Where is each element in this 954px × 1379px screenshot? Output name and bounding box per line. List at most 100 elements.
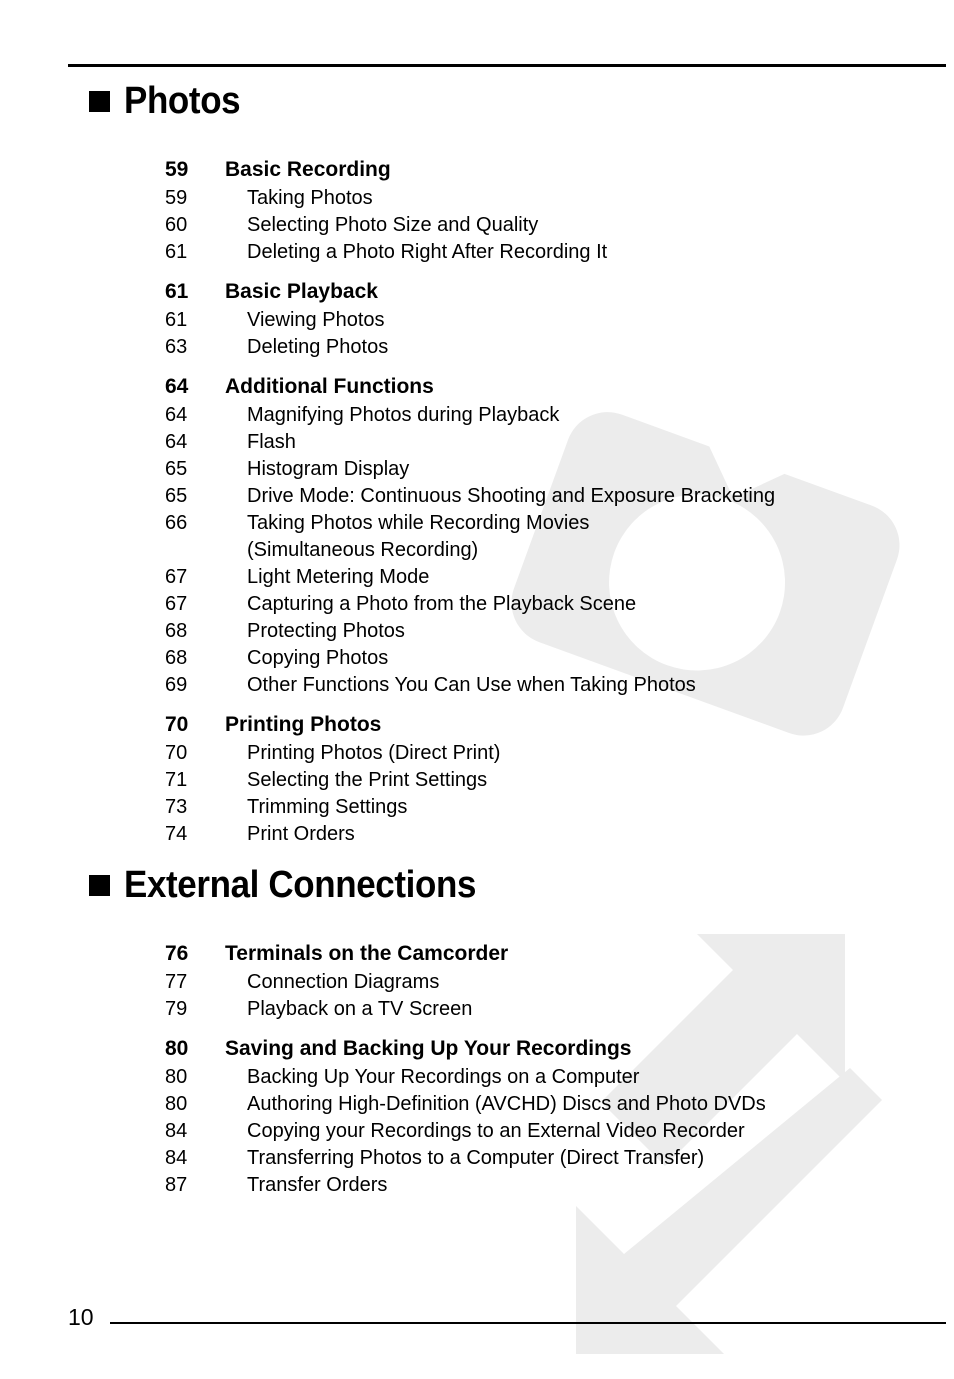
toc-entry-row[interactable]: 70 Printing Photos (Direct Print) bbox=[0, 740, 954, 767]
toc-page-number: 64 bbox=[165, 375, 189, 398]
toc-entry-title: Selecting Photo Size and Quality bbox=[247, 214, 539, 236]
toc-page-number: 61 bbox=[165, 241, 188, 263]
toc-entry-row[interactable]: 73 Trimming Settings bbox=[0, 794, 954, 821]
toc-entry-title: Capturing a Photo from the Playback Scen… bbox=[247, 593, 637, 615]
toc-entry-row[interactable]: 68 Protecting Photos bbox=[0, 618, 954, 645]
toc-chapter-row[interactable]: 80 Saving and Backing Up Your Recordings bbox=[0, 1033, 954, 1064]
toc-page: Photos 59 Basic Recording 59 Taking Phot… bbox=[0, 0, 954, 1379]
toc-entry-title: Histogram Display bbox=[247, 458, 410, 480]
toc-entry-title: Backing Up Your Recordings on a Computer bbox=[247, 1066, 640, 1088]
toc-page-number: 69 bbox=[165, 674, 188, 696]
toc-page-number: 59 bbox=[165, 187, 188, 209]
toc-page-number: 67 bbox=[165, 566, 188, 588]
toc-page-number: 65 bbox=[165, 485, 188, 507]
toc-page-number: 63 bbox=[165, 336, 188, 358]
toc-entry-row[interactable]: 67 Light Metering Mode bbox=[0, 564, 954, 591]
section-heading-external-connections: External Connections bbox=[89, 866, 507, 904]
toc-page-number: 84 bbox=[165, 1120, 188, 1142]
section-heading-photos: Photos bbox=[89, 82, 250, 120]
toc-entry-row[interactable]: 74 Print Orders bbox=[0, 821, 954, 848]
toc-page-number: 87 bbox=[165, 1174, 188, 1196]
toc-page-number: 60 bbox=[165, 214, 188, 236]
toc-entry-row[interactable]: 65 Histogram Display bbox=[0, 456, 954, 483]
toc-page-number: 66 bbox=[165, 512, 188, 534]
toc-entry-row[interactable]: 66 Taking Photos while Recording Movies bbox=[0, 510, 954, 537]
toc-entry-title: Selecting the Print Settings bbox=[247, 769, 488, 791]
toc-entry-title: Taking Photos bbox=[247, 187, 373, 209]
toc-entry-row[interactable]: 60 Selecting Photo Size and Quality bbox=[0, 212, 954, 239]
toc-entry-title: Taking Photos while Recording Movies bbox=[247, 512, 590, 534]
toc-entry-title: Printing Photos (Direct Print) bbox=[247, 742, 501, 764]
toc-chapter-row[interactable]: 61 Basic Playback bbox=[0, 276, 954, 307]
toc-list-photos: 59 Basic Recording 59 Taking Photos 60 S… bbox=[0, 154, 954, 848]
toc-page-number: 67 bbox=[165, 593, 188, 615]
toc-entry-title: Authoring High-Definition (AVCHD) Discs … bbox=[247, 1093, 766, 1115]
toc-entry-row[interactable]: 68 Copying Photos bbox=[0, 645, 954, 672]
toc-entry-title: Light Metering Mode bbox=[247, 566, 430, 588]
toc-page-number: 65 bbox=[165, 458, 188, 480]
toc-entry-title: Viewing Photos bbox=[247, 309, 385, 331]
toc-page-number: 80 bbox=[165, 1093, 188, 1115]
filled-square-bullet-icon bbox=[89, 90, 110, 112]
toc-page-number: 74 bbox=[165, 823, 188, 845]
toc-entry-title: Transfer Orders bbox=[247, 1174, 388, 1196]
toc-entry-title: Protecting Photos bbox=[247, 620, 405, 642]
toc-entry-row[interactable]: 77 Connection Diagrams bbox=[0, 969, 954, 996]
toc-entry-row[interactable]: 84 Copying your Recordings to an Externa… bbox=[0, 1118, 954, 1145]
toc-entry-title: Copying your Recordings to an External V… bbox=[247, 1120, 745, 1142]
toc-entry-row[interactable]: 59 Taking Photos bbox=[0, 185, 954, 212]
toc-page-number: 79 bbox=[165, 998, 188, 1020]
toc-entry-row[interactable]: 67 Capturing a Photo from the Playback S… bbox=[0, 591, 954, 618]
toc-entry-title: Magnifying Photos during Playback bbox=[247, 404, 560, 426]
toc-entry-row[interactable]: 71 Selecting the Print Settings bbox=[0, 767, 954, 794]
toc-page-number: 70 bbox=[165, 742, 188, 764]
toc-page-number: 84 bbox=[165, 1147, 188, 1169]
toc-entry-continuation-row: (Simultaneous Recording) bbox=[0, 537, 954, 564]
toc-page-number: 80 bbox=[165, 1066, 188, 1088]
toc-list-external-connections: 76 Terminals on the Camcorder 77 Connect… bbox=[0, 938, 954, 1199]
toc-entry-title: Copying Photos bbox=[247, 647, 389, 669]
toc-entry-row[interactable]: 61 Viewing Photos bbox=[0, 307, 954, 334]
toc-chapter-row[interactable]: 59 Basic Recording bbox=[0, 154, 954, 185]
toc-page-number: 68 bbox=[165, 620, 188, 642]
toc-entry-title: Connection Diagrams bbox=[247, 971, 440, 993]
toc-entry-row[interactable]: 69 Other Functions You Can Use when Taki… bbox=[0, 672, 954, 699]
toc-entry-title: Playback on a TV Screen bbox=[247, 998, 473, 1020]
toc-page-number: 77 bbox=[165, 971, 188, 993]
toc-page-number: 61 bbox=[165, 280, 189, 303]
toc-chapter-row[interactable]: 64 Additional Functions bbox=[0, 371, 954, 402]
section-title: Photos bbox=[124, 80, 241, 122]
toc-entry-row[interactable]: 64 Magnifying Photos during Playback bbox=[0, 402, 954, 429]
toc-page-number: 68 bbox=[165, 647, 188, 669]
toc-chapter-title: Printing Photos bbox=[225, 713, 382, 736]
toc-entry-row[interactable]: 87 Transfer Orders bbox=[0, 1172, 954, 1199]
toc-entry-title: Deleting Photos bbox=[247, 336, 389, 358]
toc-entry-row[interactable]: 63 Deleting Photos bbox=[0, 334, 954, 361]
toc-chapter-title: Basic Playback bbox=[225, 280, 378, 303]
toc-entry-title: Print Orders bbox=[247, 823, 355, 845]
toc-entry-title: Transferring Photos to a Computer (Direc… bbox=[247, 1147, 705, 1169]
toc-page-number: 64 bbox=[165, 431, 188, 453]
toc-page-number: 64 bbox=[165, 404, 188, 426]
toc-entry-row[interactable]: 61 Deleting a Photo Right After Recordin… bbox=[0, 239, 954, 266]
toc-chapter-title: Basic Recording bbox=[225, 158, 391, 181]
toc-chapter-title: Terminals on the Camcorder bbox=[225, 942, 509, 965]
toc-entry-row[interactable]: 84 Transferring Photos to a Computer (Di… bbox=[0, 1145, 954, 1172]
toc-entry-row[interactable]: 65 Drive Mode: Continuous Shooting and E… bbox=[0, 483, 954, 510]
toc-chapter-row[interactable]: 70 Printing Photos bbox=[0, 709, 954, 740]
toc-entry-row[interactable]: 64 Flash bbox=[0, 429, 954, 456]
toc-page-number: 80 bbox=[165, 1037, 189, 1060]
toc-page-number: 70 bbox=[165, 713, 189, 736]
header-rule bbox=[68, 64, 946, 67]
toc-entry-title: Trimming Settings bbox=[247, 796, 408, 818]
toc-entry-title: Other Functions You Can Use when Taking … bbox=[247, 674, 696, 696]
toc-entry-row[interactable]: 80 Authoring High-Definition (AVCHD) Dis… bbox=[0, 1091, 954, 1118]
toc-page-number: 71 bbox=[165, 769, 188, 791]
toc-page-number: 76 bbox=[165, 942, 189, 965]
toc-chapter-row[interactable]: 76 Terminals on the Camcorder bbox=[0, 938, 954, 969]
toc-page-number: 59 bbox=[165, 158, 189, 181]
toc-page-number: 73 bbox=[165, 796, 188, 818]
toc-entry-title: (Simultaneous Recording) bbox=[247, 539, 479, 561]
toc-entry-row[interactable]: 79 Playback on a TV Screen bbox=[0, 996, 954, 1023]
toc-entry-row[interactable]: 80 Backing Up Your Recordings on a Compu… bbox=[0, 1064, 954, 1091]
